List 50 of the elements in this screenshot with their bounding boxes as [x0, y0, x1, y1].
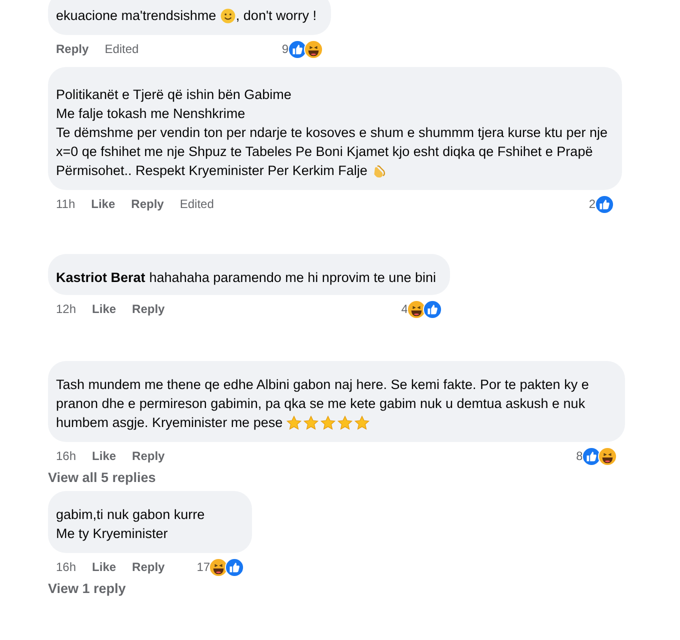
like-link[interactable]: Like [92, 449, 116, 463]
comment-text: Politikanët e Tjerë që ishin bën Gabime [56, 86, 292, 104]
comment-text: Tash mundem me thene qe edhe Albini gabon naj here. Se kemi fakte. Por te pakten ky e [56, 376, 589, 394]
comment-text: Te dëmshme per vendin ton per ndarje te kosoves e shum e shummm tjera kurse ktu per nje [56, 124, 608, 142]
reply-link[interactable]: Reply [132, 449, 165, 463]
reply-link[interactable]: Reply [56, 42, 89, 56]
like-reaction-icon [594, 194, 614, 214]
comment-text: ekuacione ma'trendsishme [56, 7, 218, 25]
like-link[interactable]: Like [91, 197, 116, 211]
comment-text: humbem asgje. Kryeminister me pese [56, 414, 284, 432]
comment-text: Përmisohet.. Respekt Kryeminister Per Kerkim Falje [56, 162, 368, 180]
star-icon [320, 414, 336, 430]
star-icon [303, 414, 320, 430]
view-replies-link[interactable]: View 1 reply [48, 581, 252, 596]
edited-label: Edited [104, 42, 139, 56]
reaction-count[interactable]: 9 [282, 42, 289, 56]
star-icon [337, 414, 354, 430]
comment-time[interactable]: 16h [56, 449, 76, 463]
laughing-reaction-icon [304, 40, 323, 58]
comment-text: hahahaha paramendo me hi nprovim te une bini [149, 269, 436, 287]
reaction-count[interactable]: 8 [576, 449, 583, 463]
star-icon [286, 414, 302, 430]
smile-emoji-icon [220, 8, 236, 24]
like-reaction-icon [422, 300, 442, 318]
comment-time[interactable]: 12h [56, 302, 76, 316]
view-replies-link[interactable]: View all 5 replies [48, 470, 625, 485]
reaction-count[interactable]: 4 [401, 302, 408, 316]
like-link[interactable]: Like [92, 302, 116, 316]
laughing-reaction-icon [598, 446, 617, 466]
reply-link[interactable]: Reply [132, 302, 165, 316]
star-icon [354, 414, 370, 430]
comment-author[interactable]: Kastriot Berat [56, 268, 146, 287]
comment-text: gabim,ti nuk gabon kurre [56, 506, 205, 524]
reaction-count[interactable]: 2 [588, 197, 596, 211]
reply-link[interactable]: Reply [132, 560, 165, 574]
comment-text: Me falje tokash me Nenshkrime [56, 105, 246, 123]
like-reaction-icon [582, 446, 601, 466]
like-link[interactable]: Like [92, 560, 116, 574]
comment-time[interactable]: 11h [56, 197, 76, 211]
comment-text: Me ty Kryeminister [56, 525, 168, 543]
comment-text: pranon dhe e permireson gabimin, pa qka se me kete gabim nuk u demtua askush e nuk [56, 395, 586, 413]
like-reaction-icon [288, 40, 307, 58]
like-reaction-icon [225, 558, 244, 576]
comment-text: x=0 qe fshihet me nje Shpuz te Tabeles Pe Boni Kjamet kjo esht diqka qe Fshihet e Prapë [56, 143, 593, 161]
reply-link[interactable]: Reply [131, 197, 164, 211]
comment-time[interactable]: 16h [56, 560, 76, 574]
edited-label: Edited [180, 197, 214, 211]
reaction-count[interactable]: 17 [196, 560, 210, 574]
comment-text: , don't worry ! [236, 7, 317, 25]
laughing-reaction-icon [406, 300, 426, 318]
